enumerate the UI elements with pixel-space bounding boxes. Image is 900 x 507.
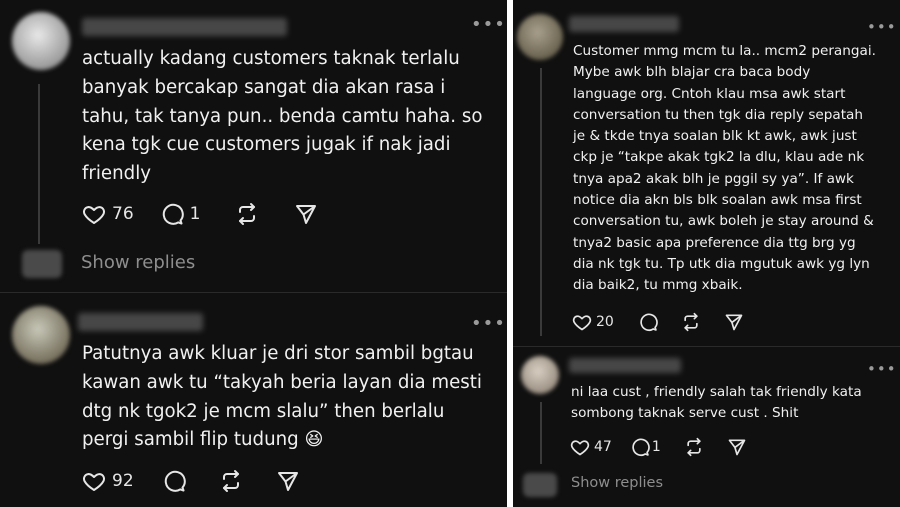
share-button[interactable] <box>727 437 747 457</box>
heart-icon <box>570 440 590 456</box>
left-panel: ••• actually kadang customers taknak ter… <box>0 0 507 507</box>
comment-icon <box>640 313 658 332</box>
like-count: 76 <box>112 204 134 224</box>
username-blurred[interactable] <box>569 16 679 32</box>
comment-count: 1 <box>651 439 661 455</box>
like-button[interactable]: 20 <box>572 312 614 332</box>
like-button[interactable]: 92 <box>82 469 134 493</box>
avatar[interactable] <box>12 12 70 70</box>
more-icon[interactable]: ••• <box>867 20 897 35</box>
more-icon[interactable]: ••• <box>471 315 506 333</box>
repost-icon <box>684 312 698 332</box>
post-actions: 20 <box>572 312 744 332</box>
divider <box>513 346 900 347</box>
share-button[interactable] <box>276 469 300 493</box>
show-replies-link[interactable]: Show replies <box>571 475 663 491</box>
heart-icon <box>572 315 592 331</box>
post-text: actually kadang customers taknak terlalu… <box>82 48 483 185</box>
heart-icon <box>83 206 105 224</box>
avatar[interactable] <box>517 14 563 60</box>
repost-icon <box>687 437 701 457</box>
like-count: 92 <box>112 471 134 491</box>
reply-avatars[interactable] <box>523 473 557 497</box>
avatar[interactable] <box>521 356 559 394</box>
more-icon[interactable]: ••• <box>471 16 506 34</box>
share-button[interactable] <box>294 202 318 226</box>
comment-button[interactable]: 1 <box>630 437 661 457</box>
post-text: ni laa cust , friendly salah tak friendl… <box>571 384 862 422</box>
send-icon <box>725 314 743 331</box>
comment-icon <box>632 438 650 457</box>
send-icon <box>277 472 298 491</box>
right-panel: ••• Customer mmg mcm tu la.. mcm2 perang… <box>513 0 900 507</box>
thread-line <box>38 84 40 244</box>
heart-icon <box>83 473 105 491</box>
username-blurred[interactable] <box>82 18 287 36</box>
like-button[interactable]: 47 <box>570 437 612 457</box>
comment-count: 1 <box>189 204 201 224</box>
username-blurred[interactable] <box>569 358 681 373</box>
reply-avatars[interactable] <box>22 250 62 278</box>
repost-icon <box>222 470 239 492</box>
send-icon <box>296 205 317 224</box>
repost-button[interactable] <box>683 437 705 457</box>
username-blurred[interactable] <box>78 313 203 331</box>
post-actions: 92 <box>82 469 300 493</box>
more-icon[interactable]: ••• <box>867 362 897 377</box>
post-text: Customer mmg mcm tu la.. mcm2 perangai. … <box>573 43 876 294</box>
comment-button[interactable]: 1 <box>160 202 201 226</box>
repost-button[interactable] <box>680 312 702 332</box>
thread-line <box>540 68 542 336</box>
repost-button[interactable] <box>218 469 244 493</box>
avatar[interactable] <box>12 306 70 364</box>
like-count: 47 <box>594 439 612 455</box>
repost-icon <box>239 203 256 225</box>
comment-button[interactable] <box>162 469 186 493</box>
like-count: 20 <box>596 314 614 330</box>
comment-button[interactable] <box>638 312 658 332</box>
like-button[interactable]: 76 <box>82 202 134 226</box>
share-button[interactable] <box>724 312 744 332</box>
post-actions: 76 1 <box>82 202 318 226</box>
comment-icon <box>164 470 186 492</box>
divider <box>0 292 507 293</box>
post-text: Patutnya awk kluar je dri stor sambil bg… <box>82 343 482 451</box>
thread-line <box>540 402 542 464</box>
repost-button[interactable] <box>234 202 260 226</box>
send-icon <box>728 439 746 456</box>
comment-icon <box>162 203 184 225</box>
post-actions: 47 1 <box>570 437 747 457</box>
show-replies-link[interactable]: Show replies <box>81 252 195 273</box>
